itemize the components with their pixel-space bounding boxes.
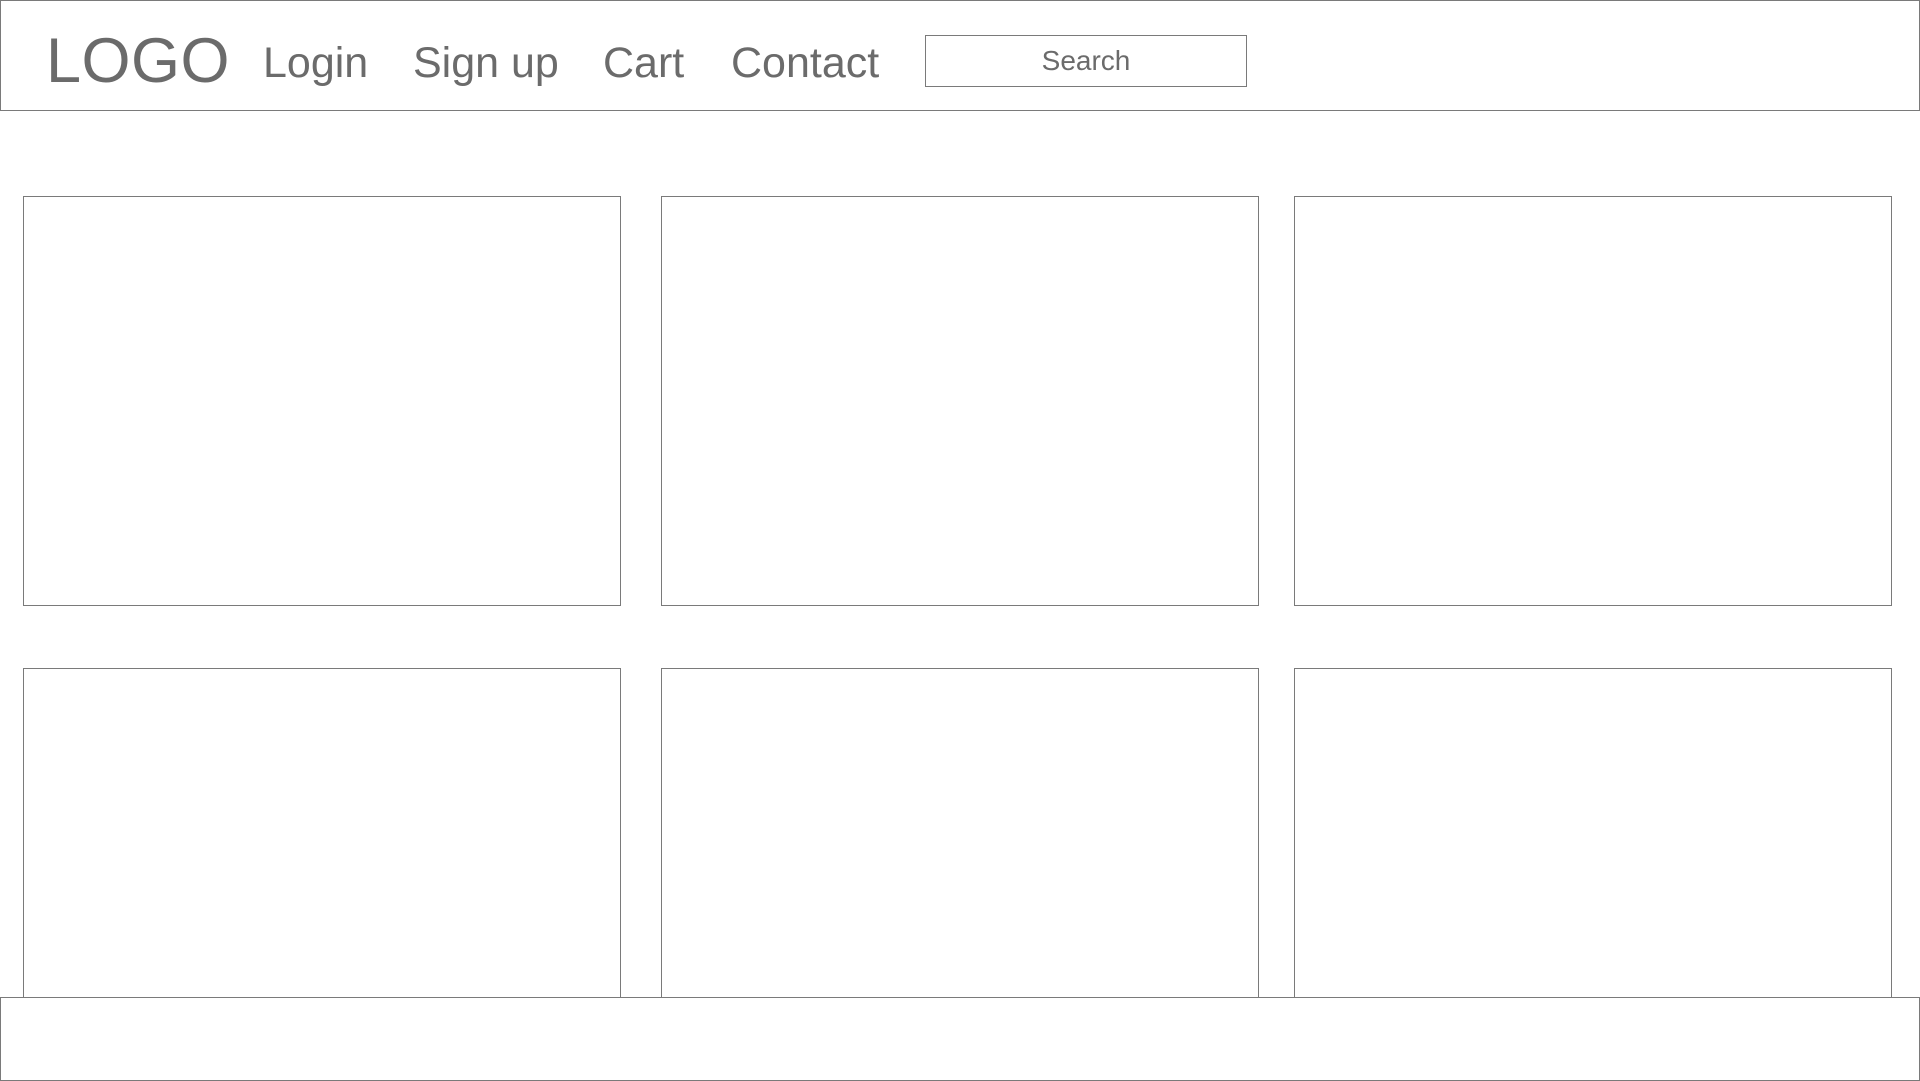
site-footer [0,997,1920,1081]
logo[interactable]: LOGO [46,26,230,96]
nav-link-cart[interactable]: Cart [603,39,684,87]
content-card[interactable] [661,196,1259,606]
nav-link-login[interactable]: Login [263,39,368,87]
nav-link-contact[interactable]: Contact [731,39,879,87]
site-header: LOGO Login Sign up Cart Contact [0,0,1920,111]
search-input[interactable] [925,35,1247,87]
nav-link-signup[interactable]: Sign up [413,39,559,87]
content-card[interactable] [1294,196,1892,606]
content-card[interactable] [23,196,621,606]
